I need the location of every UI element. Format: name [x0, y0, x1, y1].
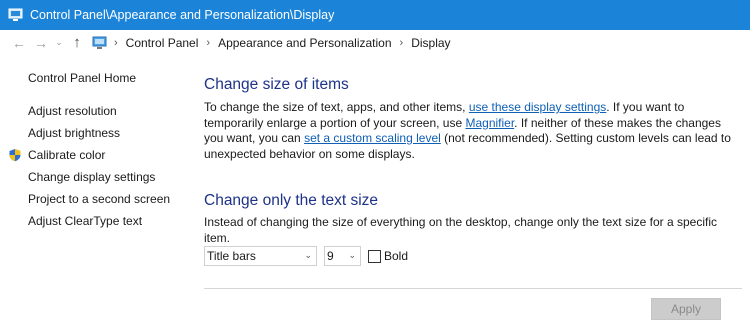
back-arrow-icon[interactable]: ← — [8, 32, 30, 54]
apply-button-label: Apply — [670, 302, 702, 316]
font-size-select-value: 9 — [327, 249, 334, 263]
chevron-down-icon: ⌄ — [348, 250, 356, 260]
breadcrumb-display[interactable]: Display — [411, 36, 450, 50]
font-size-select[interactable]: 9 ⌄ — [324, 246, 361, 266]
sidebar-item-calibrate-color[interactable]: Calibrate color — [28, 148, 105, 162]
control-panel-icon — [92, 36, 108, 50]
paragraph-text: To change the size of text, apps, and ot… — [204, 100, 469, 114]
custom-scaling-link[interactable]: set a custom scaling level — [304, 131, 441, 145]
control-panel-icon — [8, 7, 24, 23]
chevron-down-icon[interactable]: ⌄ — [52, 32, 66, 54]
magnifier-link[interactable]: Magnifier — [465, 116, 514, 130]
breadcrumb-separator-icon[interactable]: › — [206, 37, 210, 49]
up-arrow-icon[interactable]: ↑ — [66, 32, 88, 54]
sidebar-item-project-second-screen[interactable]: Project to a second screen — [28, 192, 170, 206]
section-heading-text-size: Change only the text size — [204, 192, 379, 209]
apply-button[interactable]: Apply — [651, 298, 721, 320]
title-bar: Control Panel\Appearance and Personaliza… — [0, 0, 750, 30]
address-bar: ← → ⌄ ↑ › Control Panel › Appearance and… — [0, 30, 750, 56]
breadcrumb-separator-icon[interactable]: › — [400, 37, 404, 49]
forward-arrow-icon[interactable]: → — [30, 32, 52, 54]
divider — [204, 288, 742, 289]
sidebar-item-home[interactable]: Control Panel Home — [28, 71, 136, 85]
bold-label: Bold — [384, 249, 409, 263]
section-description-change-size: To change the size of text, apps, and ot… — [204, 100, 732, 162]
main-content: Change size of items To change the size … — [204, 56, 744, 336]
sidebar-item-adjust-resolution[interactable]: Adjust resolution — [28, 104, 117, 118]
chevron-down-icon: ⌄ — [304, 250, 312, 260]
window-title: Control Panel\Appearance and Personaliza… — [30, 8, 335, 22]
section-description-text-size: Instead of changing the size of everythi… — [204, 215, 717, 245]
sidebar-item-adjust-brightness[interactable]: Adjust brightness — [28, 126, 120, 140]
text-item-select-value: Title bars — [207, 249, 256, 263]
text-item-select[interactable]: Title bars ⌄ — [204, 246, 317, 266]
section-heading-change-size: Change size of items — [204, 76, 349, 93]
bold-checkbox[interactable] — [368, 250, 381, 263]
shield-icon — [8, 148, 22, 162]
sidebar: Control Panel Home Adjust resolution Adj… — [0, 56, 195, 336]
breadcrumb-control-panel[interactable]: Control Panel — [126, 36, 199, 50]
display-settings-link[interactable]: use these display settings — [469, 100, 606, 114]
sidebar-item-adjust-cleartype[interactable]: Adjust ClearType text — [28, 214, 142, 228]
sidebar-item-change-display-settings[interactable]: Change display settings — [28, 170, 155, 184]
breadcrumb-appearance[interactable]: Appearance and Personalization — [218, 36, 391, 50]
breadcrumb-separator-icon[interactable]: › — [114, 37, 118, 49]
